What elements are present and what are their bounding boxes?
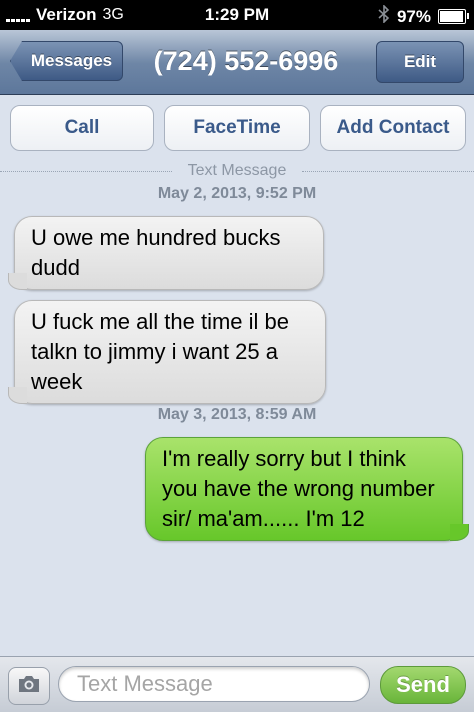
incoming-message-bubble[interactable]: U fuck me all the time il be talkn to ji… xyxy=(8,300,326,404)
battery-percent: 97% xyxy=(396,6,431,26)
incoming-message-bubble[interactable]: U owe me hundred bucks dudd xyxy=(8,216,324,290)
facetime-button[interactable]: FaceTime xyxy=(164,105,310,151)
composer-bar: Send xyxy=(0,656,474,712)
send-button[interactable]: Send xyxy=(380,666,466,704)
status-bar: Verizon 3G 1:29 PM 97% xyxy=(0,0,474,30)
edit-button[interactable]: Edit xyxy=(376,41,464,83)
contact-actions: Call FaceTime Add Contact xyxy=(10,105,466,151)
bluetooth-icon xyxy=(378,4,390,28)
camera-icon xyxy=(17,674,41,699)
nav-bar: Messages (724) 552-6996 Edit xyxy=(0,30,474,95)
divider-line xyxy=(302,171,474,172)
messages-back-button[interactable]: Messages xyxy=(10,41,123,81)
message-input[interactable] xyxy=(58,666,370,702)
call-button[interactable]: Call xyxy=(10,105,154,151)
message-timestamp: May 2, 2013, 9:52 PM xyxy=(157,185,317,202)
outgoing-message-bubble[interactable]: I'm really sorry but I think you have th… xyxy=(145,437,469,541)
battery-icon xyxy=(438,9,469,24)
thread-divider: Text Message xyxy=(0,162,474,180)
camera-button[interactable] xyxy=(8,667,50,705)
contact-title: (724) 552-6996 xyxy=(153,46,339,76)
message-timestamp: May 3, 2013, 8:59 AM xyxy=(157,406,317,423)
add-contact-button[interactable]: Add Contact xyxy=(320,105,466,151)
